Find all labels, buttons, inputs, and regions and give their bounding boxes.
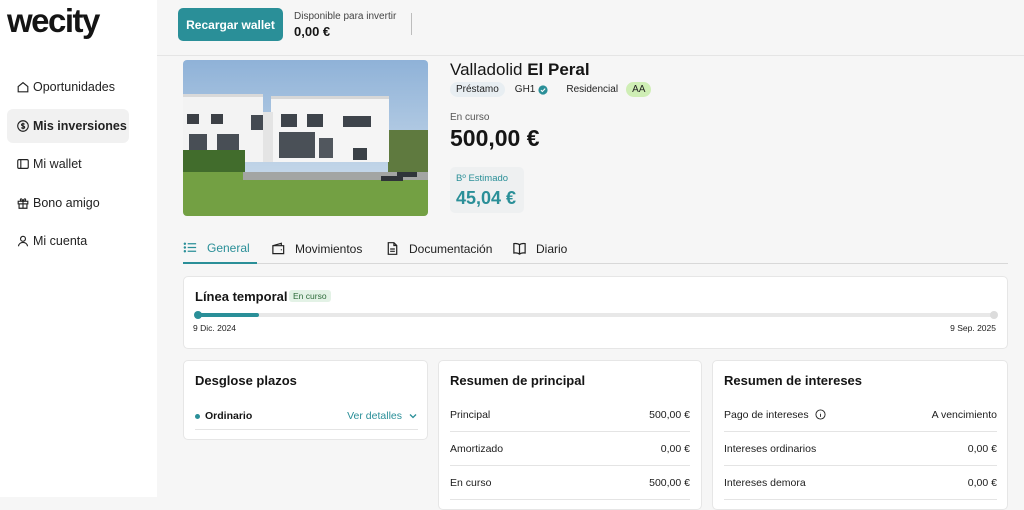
available-label: Disponible para invertir <box>294 11 397 22</box>
sidebar-item-label: Mi wallet <box>33 157 82 171</box>
brand-logo[interactable]: wecity <box>7 2 100 40</box>
row-value: 500,00 € <box>649 476 690 489</box>
sidebar-item-label: Oportunidades <box>33 80 116 94</box>
tag-grade-label: GH1 <box>514 84 536 95</box>
estimated-label: Bº Estimado <box>456 173 509 184</box>
tab-label: General <box>207 240 250 255</box>
tab-diario[interactable]: Diario <box>512 233 567 264</box>
view-details-link[interactable]: Ver detalles <box>347 410 418 422</box>
status-label: En curso <box>450 112 490 123</box>
book-icon <box>513 242 526 255</box>
interests-summary-card: Resumen de intereses Pago de intereses A… <box>712 360 1008 510</box>
breakdown-card: Desglose plazos Ordinario Ver detalles <box>183 360 428 440</box>
table-row: Intereses ordinarios 0,00 € <box>724 432 997 466</box>
chevron-down-icon <box>409 414 417 419</box>
tag-rating: AA <box>626 82 652 97</box>
row-label: En curso <box>450 476 492 489</box>
estimated-benefit-box: Bº Estimado 45,04 € <box>450 167 524 213</box>
timeline-progress-fill <box>195 313 260 317</box>
wallet-icon <box>272 242 285 255</box>
sidebar-item-label: Mi cuenta <box>33 234 88 248</box>
timeline-status-badge: En curso <box>289 290 331 302</box>
plazo-name: Ordinario <box>205 410 253 422</box>
timeline-end-date: 9 Sep. 2025 <box>950 323 996 333</box>
home-icon <box>17 81 29 93</box>
available-value: 0,00 € <box>294 24 331 39</box>
row-label: Pago de intereses <box>724 409 826 421</box>
tab-documentacion[interactable]: Documentación <box>385 233 492 264</box>
tag-type: Préstamo <box>450 82 505 97</box>
sidebar-item-label: Bono amigo <box>33 195 100 210</box>
row-label: Amortizado <box>450 442 504 455</box>
sidebar-item-mis-inversiones[interactable]: Mis inversiones <box>7 108 129 143</box>
bullet-dot <box>195 413 200 419</box>
table-row: Intereses demora 0,00 € <box>724 466 997 500</box>
timeline-card: Línea temporal En curso 9 Dic. 2024 9 Se… <box>183 276 1008 349</box>
principal-title: Resumen de principal <box>450 373 586 388</box>
timeline-start-dot <box>194 311 202 319</box>
info-icon[interactable] <box>815 409 826 420</box>
project-image <box>183 60 428 216</box>
sidebar-item-mi-cuenta[interactable]: Mi cuenta <box>7 224 129 258</box>
dollar-circle-icon <box>17 119 29 132</box>
sidebar: wecity Oportunidades Mis inversiones Mi … <box>0 0 157 497</box>
topbar: Recargar wallet Disponible para invertir… <box>157 0 1024 56</box>
tab-label: Documentación <box>409 241 493 256</box>
timeline-title: Línea temporal <box>195 289 288 304</box>
timeline-end-dot <box>990 311 998 319</box>
tab-label: Movimientos <box>295 241 363 256</box>
row-value: A vencimiento <box>931 408 997 421</box>
wallet-icon <box>17 159 29 169</box>
sidebar-item-label: Mis inversiones <box>33 118 127 133</box>
project-tags: Préstamo GH1 Residencial AA <box>450 82 652 97</box>
tab-general[interactable]: General <box>183 233 257 264</box>
list-item: Ordinario Ver detalles <box>195 403 418 430</box>
sidebar-item-oportunidades[interactable]: Oportunidades <box>7 70 129 104</box>
row-label: Intereses demora <box>724 476 806 489</box>
document-icon <box>387 242 398 255</box>
divider <box>411 13 412 35</box>
row-value: 500,00 € <box>649 408 690 421</box>
view-details-label: Ver detalles <box>347 410 402 422</box>
tag-grade: GH1 <box>515 84 549 95</box>
table-row: En curso 500,00 € <box>450 466 690 500</box>
row-label: Principal <box>450 408 491 421</box>
row-value: 0,00 € <box>967 476 997 489</box>
tag-segment: Residencial <box>566 84 619 95</box>
breakdown-title: Desglose plazos <box>195 373 297 388</box>
estimated-value: 45,04 € <box>456 188 517 208</box>
table-row: Principal 500,00 € <box>450 398 690 432</box>
status-value: 500,00 € <box>450 125 540 151</box>
row-value: 0,00 € <box>660 442 690 455</box>
project-city: Valladolid <box>450 60 523 79</box>
verified-badge-icon <box>538 84 548 95</box>
timeline-track <box>194 311 998 319</box>
row-label-text: Pago de intereses <box>724 408 809 421</box>
tab-bar: General Movimientos Documentación Diario <box>183 233 1008 264</box>
principal-summary-card: Resumen de principal Principal 500,00 € … <box>438 360 702 510</box>
interests-title: Resumen de intereses <box>724 373 863 388</box>
timeline-start-date: 9 Dic. 2024 <box>193 323 236 333</box>
recharge-wallet-button[interactable]: Recargar wallet <box>178 8 283 41</box>
list-icon <box>183 242 197 253</box>
table-row: Pago de intereses A vencimiento <box>724 398 997 432</box>
project-name: El Peral <box>527 60 590 79</box>
tab-label: Diario <box>536 241 568 256</box>
gift-icon <box>17 197 29 209</box>
sidebar-item-bono-amigo[interactable]: Bono amigo <box>7 186 129 220</box>
row-label: Intereses ordinarios <box>724 442 817 455</box>
user-icon <box>17 235 29 247</box>
sidebar-nav: Oportunidades Mis inversiones Mi wallet … <box>7 70 129 263</box>
sidebar-item-mi-wallet[interactable]: Mi wallet <box>7 147 129 181</box>
tab-movimientos[interactable]: Movimientos <box>271 233 362 264</box>
row-value: 0,00 € <box>967 442 997 455</box>
table-row: Amortizado 0,00 € <box>450 432 690 466</box>
project-title: Valladolid El Peral <box>450 60 590 80</box>
